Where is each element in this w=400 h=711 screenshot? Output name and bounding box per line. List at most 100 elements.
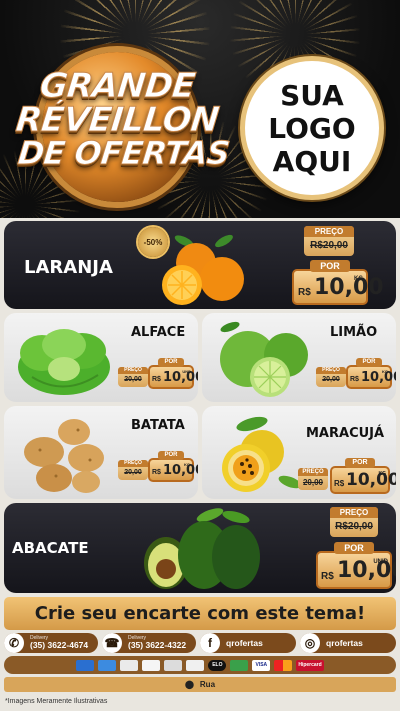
new-price-label: POR: [158, 451, 184, 460]
payment-card-icon: [98, 659, 117, 671]
cta-banner[interactable]: Crie seu encarte com este tema!: [4, 597, 396, 630]
payment-card-icon: [120, 659, 139, 671]
new-price-tag: POR R$ 10,00 KG: [148, 451, 198, 482]
new-price-tag: POR R$ 10,00 UNID: [316, 542, 396, 589]
currency: R$: [298, 287, 311, 298]
address-text: Rua: [199, 680, 216, 689]
price-unit: KG: [354, 276, 363, 282]
payment-card-icon: [186, 659, 205, 671]
facebook-icon: f: [200, 633, 220, 653]
payment-card-icon: [164, 659, 183, 671]
old-price-tag: PREÇO 20,00: [316, 367, 346, 387]
product-card-alface: ALFACE PREÇO 20,00 POR R$ 10,00 UND: [4, 313, 198, 402]
currency: R$: [321, 571, 334, 582]
currency: R$: [334, 479, 345, 488]
passion-fruit-image: [222, 416, 302, 492]
old-price-tag: PREÇO 20,00: [298, 468, 328, 490]
product-name: LARANJA: [24, 257, 113, 278]
product-name: ABACATE: [12, 539, 89, 557]
currency: R$: [152, 469, 161, 476]
new-price-label: POR: [158, 358, 184, 367]
old-price-label: PREÇO: [118, 367, 148, 374]
payment-methods: ELO VISA Hipercard: [4, 656, 396, 674]
avocado-image: [144, 508, 260, 589]
product-name: BATATA: [131, 418, 185, 433]
potato-image: [24, 419, 104, 493]
title-line-3: DE OFERTAS: [16, 134, 232, 173]
price-value: 10,00: [361, 370, 396, 385]
address-bar[interactable]: ⬤ Rua: [4, 677, 396, 692]
mastercard-icon: [274, 659, 293, 671]
price-unit: KG: [378, 471, 387, 477]
old-price-value: 20,00: [124, 469, 142, 476]
contact-value: (35) 3622-4674: [30, 640, 89, 651]
contact-caption: Delivery: [128, 635, 147, 642]
new-price-label: POR: [356, 358, 382, 367]
payment-card-icon: [76, 659, 95, 671]
logo-text-1: SUA: [280, 78, 344, 112]
price-unit: UNID: [373, 559, 388, 565]
disclaimer-text: *Imagens Meramente Ilustrativas: [5, 698, 108, 705]
old-price-value: 20,00: [302, 478, 324, 487]
elo-card-icon: ELO: [208, 659, 227, 671]
price-unit: KG: [382, 369, 388, 374]
contact-phone[interactable]: ☎ Delivery (35) 3622-4322: [102, 633, 196, 653]
lime-image: [220, 321, 308, 397]
new-price-tag: POR R$ 10,00 KG: [330, 458, 396, 494]
price-value: 10,00: [163, 463, 198, 478]
product-card-batata: BATATA PREÇO 20,00 POR R$ 10,00 KG: [4, 406, 198, 499]
old-price-tag: PREÇO R$20,00: [330, 507, 378, 537]
old-price-value: 20,00: [124, 376, 142, 383]
new-price-label: POR: [334, 542, 374, 554]
old-price-label: PREÇO: [316, 367, 346, 374]
product-name: ALFACE: [131, 325, 186, 340]
product-card-limao: LIMÃO PREÇO 20,00 POR R$ 10,00 KG: [202, 313, 396, 402]
price-value: 10,00: [163, 370, 198, 385]
price-unit: UND: [182, 369, 191, 374]
contact-caption: Delivery: [30, 635, 49, 642]
logo-text-3: AQUI: [272, 144, 352, 178]
price-unit: KG: [184, 462, 190, 467]
currency: R$: [152, 376, 161, 383]
product-name: MARACUJÁ: [306, 426, 385, 441]
new-price-tag: POR R$ 10,00 KG: [292, 260, 384, 305]
payment-card-icon: [142, 659, 161, 671]
lettuce-image: [18, 329, 110, 395]
new-price-tag: POR R$ 10,00 UND: [148, 358, 198, 389]
contact-facebook[interactable]: f qrofertas: [200, 633, 296, 653]
price-value: 10,00: [314, 275, 384, 300]
whatsapp-icon: ✆: [4, 633, 24, 653]
new-price-tag: POR R$ 10,00 KG: [346, 358, 396, 389]
product-card-maracuja: MARACUJÁ PREÇO 20,00 POR R$ 10,00 KG: [202, 406, 396, 499]
logo-placeholder: SUA LOGO AQUI: [240, 56, 384, 200]
location-pin-icon: ⬤: [184, 680, 194, 689]
product-card-abacate: ABACATE PREÇO R$20,00 POR R$ 10,00 UNID: [4, 503, 396, 593]
old-price-label: PREÇO: [304, 226, 354, 237]
contact-instagram[interactable]: ◎ qrofertas: [300, 633, 396, 653]
old-price-value: R$20,00: [310, 240, 348, 251]
header-banner: GRANDE RÉVEILLON DE OFERTAS SUA LOGO AQU…: [0, 0, 400, 218]
payment-card-icon: [230, 659, 249, 671]
new-price-label: POR: [345, 458, 375, 468]
orange-image: [162, 234, 244, 305]
old-price-tag: PREÇO 20,00: [118, 367, 148, 387]
old-price-tag: PREÇO R$20,00: [304, 226, 354, 256]
product-card-laranja: LARANJA -50% PREÇO R$20,00 POR R$ 10,00 …: [4, 221, 396, 309]
old-price-label: PREÇO: [118, 460, 148, 467]
price-value: 10,00: [346, 470, 396, 490]
contact-value: qrofertas: [326, 637, 363, 648]
instagram-icon: ◎: [300, 633, 320, 653]
old-price-label: PREÇO: [298, 468, 328, 476]
old-price-value: 20,00: [322, 376, 340, 383]
visa-card-icon: VISA: [252, 659, 271, 671]
old-price-label: PREÇO: [330, 507, 378, 518]
hipercard-icon: Hipercard: [296, 659, 324, 671]
old-price-value: R$20,00: [335, 521, 373, 532]
logo-text-2: LOGO: [268, 111, 356, 145]
new-price-label: POR: [310, 260, 350, 272]
product-name: LIMÃO: [330, 325, 378, 340]
contact-whatsapp[interactable]: ✆ Delivery (35) 3622-4674: [4, 633, 98, 653]
old-price-tag: PREÇO 20,00: [118, 460, 148, 480]
cta-text: Crie seu encarte com este tema!: [34, 603, 366, 624]
phone-icon: ☎: [102, 633, 122, 653]
